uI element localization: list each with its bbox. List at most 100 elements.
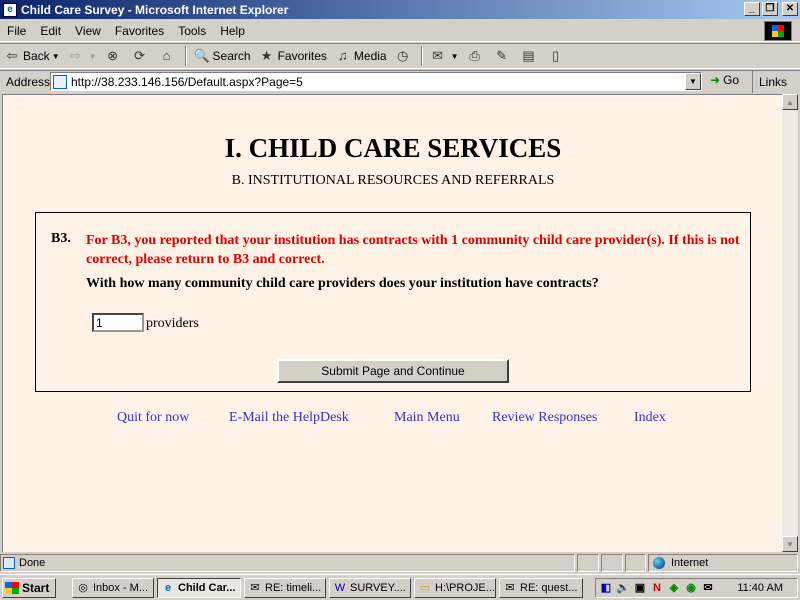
scroll-down-icon[interactable]: ▼ bbox=[782, 536, 798, 552]
taskbar-item-re-timeline[interactable]: ✉ RE: timeli... bbox=[244, 578, 326, 598]
menu-favorites[interactable]: Favorites bbox=[108, 24, 171, 38]
forward-button[interactable]: ⇨ ▼ bbox=[64, 45, 101, 67]
toolbar-separator bbox=[184, 46, 187, 66]
page-icon bbox=[53, 74, 67, 89]
status-bar: Done Internet bbox=[0, 554, 800, 573]
taskbar-item-label: RE: timeli... bbox=[265, 582, 322, 594]
review-responses-link[interactable]: Review Responses bbox=[492, 410, 597, 426]
folder-icon: ▭ bbox=[419, 582, 431, 594]
restore-button[interactable]: ❐ bbox=[762, 2, 778, 16]
status-cell bbox=[625, 554, 646, 572]
quit-link[interactable]: Quit for now bbox=[117, 410, 189, 426]
vertical-scrollbar[interactable]: ▲ ▼ bbox=[782, 94, 798, 552]
menu-tools[interactable]: Tools bbox=[171, 24, 213, 38]
favorites-button[interactable]: ★ Favorites bbox=[255, 45, 331, 67]
network-icon[interactable]: ◧ bbox=[599, 581, 613, 595]
taskbar-item-label: H:\PROJE... bbox=[435, 582, 495, 594]
status-text: Done bbox=[19, 557, 46, 569]
menu-file[interactable]: File bbox=[0, 24, 33, 38]
address-input[interactable]: http://38.233.146.156/Default.aspx?Page=… bbox=[50, 72, 702, 91]
address-bar: Address http://38.233.146.156/Default.as… bbox=[0, 70, 800, 93]
main-menu-link[interactable]: Main Menu bbox=[394, 410, 460, 426]
question-number: B3. bbox=[51, 231, 71, 246]
question-text: With how many community child care provi… bbox=[86, 276, 599, 291]
stop-button[interactable]: ⊗ bbox=[101, 45, 128, 67]
mail-button[interactable]: ✉ ▼ bbox=[426, 45, 463, 67]
toolbar-separator bbox=[420, 46, 423, 66]
question-panel: B3. For B3, you reported that your insti… bbox=[35, 212, 751, 392]
search-button[interactable]: 🔍 Search bbox=[190, 45, 255, 67]
window-controls: _ ❐ ✕ bbox=[744, 2, 798, 16]
submit-button[interactable]: Submit Page and Continue bbox=[277, 359, 509, 383]
section-subtitle: B. INSTITUTIONAL RESOURCES AND REFERRALS bbox=[231, 173, 555, 188]
media-label: Media bbox=[353, 49, 387, 63]
clock: 11:40 AM bbox=[737, 582, 783, 594]
edit-icon: ✎ bbox=[496, 48, 507, 63]
minimize-button[interactable]: _ bbox=[744, 2, 760, 16]
word-icon: W bbox=[334, 582, 346, 594]
address-url: http://38.233.146.156/Default.aspx?Page=… bbox=[71, 74, 303, 89]
taskbar-item-child-care[interactable]: e Child Car... bbox=[157, 578, 241, 598]
favorites-label: Favorites bbox=[277, 49, 327, 63]
mail-dropdown-icon[interactable]: ▼ bbox=[451, 52, 459, 61]
outlook-icon: ◎ bbox=[78, 582, 88, 594]
display-icon[interactable]: ▣ bbox=[633, 581, 647, 595]
taskbar-item-label: Child Car... bbox=[178, 582, 236, 594]
back-button[interactable]: ⇦ Back ▼ bbox=[0, 45, 64, 67]
home-button[interactable]: ⌂ bbox=[155, 45, 182, 67]
title-bar: e Child Care Survey - Microsoft Internet… bbox=[0, 0, 800, 19]
taskbar-item-label: Inbox - M... bbox=[93, 582, 149, 594]
refresh-button[interactable]: ⟳ bbox=[128, 45, 155, 67]
links-button[interactable]: Links bbox=[752, 71, 787, 93]
menu-bar: File Edit View Favorites Tools Help bbox=[0, 20, 800, 42]
discuss-icon: ▤ bbox=[522, 48, 535, 63]
media-button[interactable]: ♫ Media bbox=[331, 45, 391, 67]
stop-icon: ⊗ bbox=[107, 48, 118, 63]
globe-icon bbox=[653, 557, 665, 569]
scroll-up-icon[interactable]: ▲ bbox=[782, 94, 798, 110]
history-button[interactable]: ◷ bbox=[391, 45, 418, 67]
print-button[interactable]: ⎙ bbox=[463, 45, 490, 67]
go-label: Go bbox=[723, 73, 740, 87]
home-icon: ⌂ bbox=[162, 48, 171, 63]
close-button[interactable]: ✕ bbox=[782, 2, 798, 16]
ie-icon: e bbox=[164, 582, 172, 594]
status-cell bbox=[601, 554, 623, 572]
taskbar-item-re-question[interactable]: ✉ RE: quest... bbox=[499, 578, 583, 598]
go-button[interactable]: ➜ Go bbox=[710, 73, 739, 87]
sync-icon[interactable]: ◈ bbox=[667, 581, 681, 595]
update-icon[interactable]: ◉ bbox=[684, 581, 698, 595]
mail-icon: ✉ bbox=[505, 582, 515, 594]
windows-logo-icon bbox=[764, 21, 792, 41]
antivirus-icon[interactable]: N bbox=[650, 581, 664, 595]
taskbar-item-survey[interactable]: W SURVEY.... bbox=[329, 578, 411, 598]
edit-button[interactable]: ✎ bbox=[490, 45, 517, 67]
menu-edit[interactable]: Edit bbox=[33, 24, 68, 38]
back-dropdown-icon[interactable]: ▼ bbox=[52, 52, 60, 61]
forward-dropdown-icon[interactable]: ▼ bbox=[89, 52, 97, 61]
volume-icon[interactable]: 🔈 bbox=[616, 581, 630, 595]
toolbar: ⇦ Back ▼ ⇨ ▼ ⊗ ⟳ ⌂ 🔍 Search ★ Favorites … bbox=[0, 43, 800, 69]
history-icon: ◷ bbox=[396, 48, 409, 63]
index-link[interactable]: Index bbox=[634, 410, 666, 426]
status-cell bbox=[577, 554, 599, 572]
address-dropdown-icon[interactable]: ▼ bbox=[685, 73, 701, 90]
refresh-icon: ⟳ bbox=[134, 48, 145, 63]
providers-count-input[interactable] bbox=[92, 313, 144, 332]
links-label: Links bbox=[759, 75, 788, 89]
back-label: Back bbox=[23, 49, 50, 63]
start-button[interactable]: Start bbox=[2, 578, 56, 598]
discuss-button[interactable]: ▤ bbox=[517, 45, 544, 67]
menu-view[interactable]: View bbox=[68, 24, 108, 38]
print-icon: ⎙ bbox=[469, 48, 480, 63]
search-label: Search bbox=[212, 49, 251, 63]
menu-help[interactable]: Help bbox=[213, 24, 252, 38]
validation-warning: For B3, you reported that your instituti… bbox=[86, 233, 740, 267]
taskbar-item-inbox[interactable]: ◎ Inbox - M... bbox=[72, 578, 154, 598]
messenger-icon: ▯ bbox=[551, 48, 560, 63]
messenger-button[interactable]: ▯ bbox=[544, 45, 571, 67]
taskbar-item-folder[interactable]: ▭ H:\PROJE... bbox=[414, 578, 496, 598]
mail-icon: ✉ bbox=[250, 582, 260, 594]
mail-notify-icon[interactable]: ✉ bbox=[701, 581, 715, 595]
helpdesk-email-link[interactable]: E-Mail the HelpDesk bbox=[229, 410, 349, 426]
